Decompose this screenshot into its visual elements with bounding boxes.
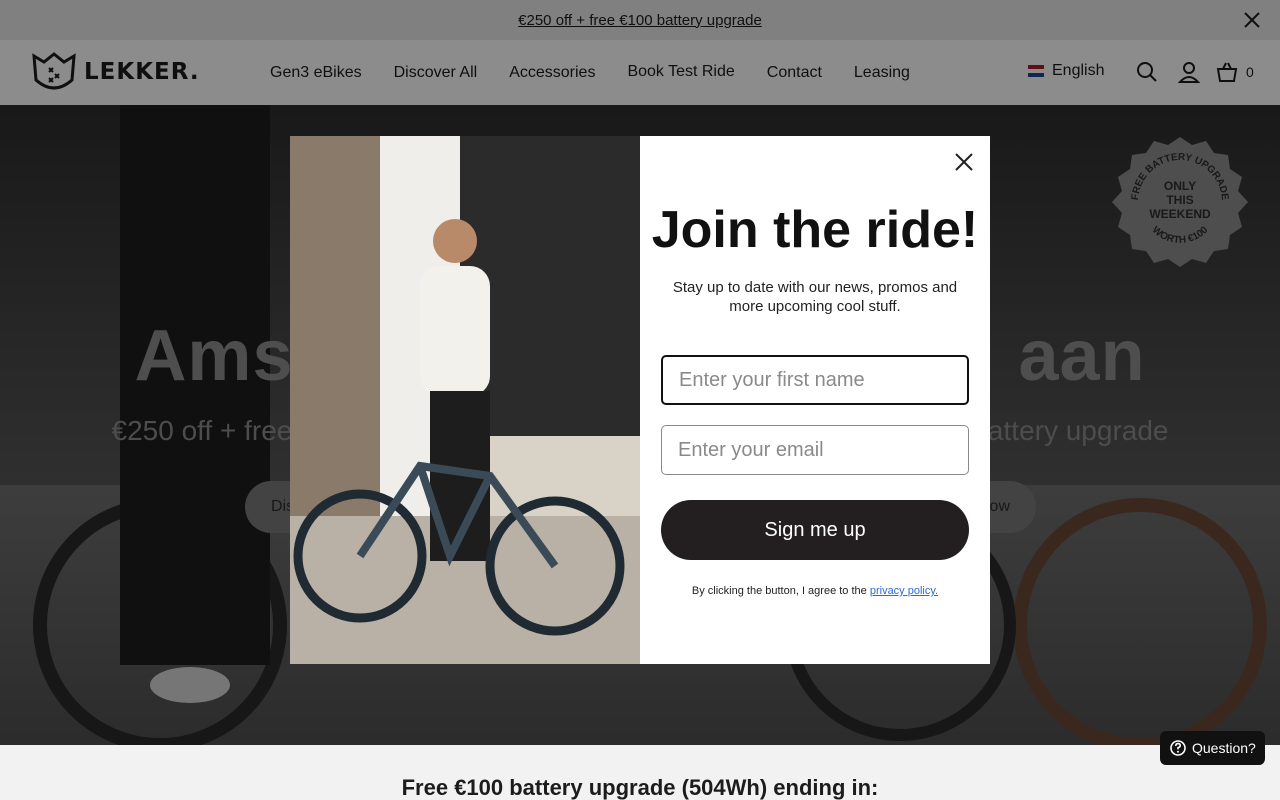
- countdown-heading: Free €100 battery upgrade (504Wh) ending…: [401, 775, 879, 800]
- newsletter-popup: Join the ride! Stay up to date with our …: [290, 136, 990, 664]
- chat-question-button[interactable]: Question?: [1160, 731, 1265, 765]
- close-icon[interactable]: [950, 148, 978, 176]
- signup-form: Join the ride! Stay up to date with our …: [640, 136, 990, 664]
- email-field[interactable]: [661, 425, 969, 475]
- countdown-section: Free €100 battery upgrade (504Wh) ending…: [0, 745, 1280, 800]
- sign-up-button[interactable]: Sign me up: [661, 500, 969, 560]
- man-with-bike-illustration: [290, 136, 640, 664]
- help-icon: [1170, 740, 1186, 756]
- consent-label: By clicking the button, I agree to the: [691, 585, 870, 597]
- first-name-field[interactable]: [661, 355, 969, 405]
- popup-title: Join the ride!: [651, 201, 979, 259]
- privacy-policy-link[interactable]: privacy policy.: [870, 585, 938, 597]
- popup-description: Stay up to date with our news, promos an…: [672, 279, 958, 315]
- popup-photo: [290, 136, 640, 664]
- consent-text: By clicking the button, I agree to the p…: [640, 585, 990, 597]
- chat-label: Question?: [1192, 740, 1256, 756]
